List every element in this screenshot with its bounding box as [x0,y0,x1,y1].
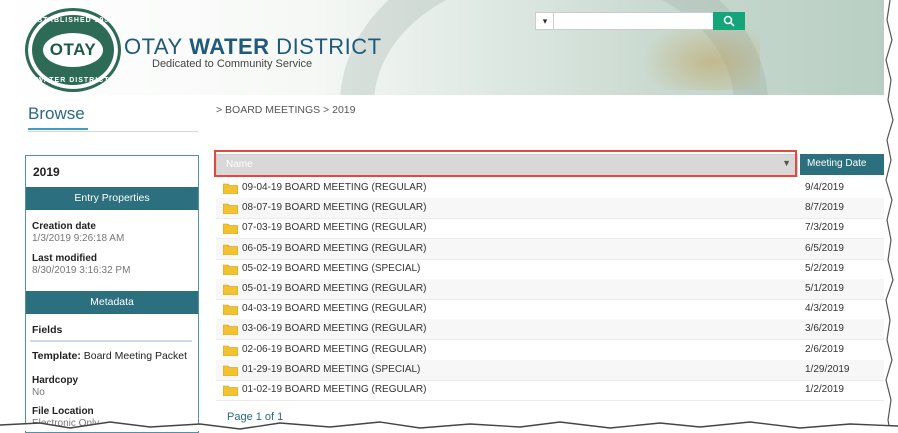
folder-icon [223,325,238,336]
folder-icon [223,244,238,255]
meeting-date: 1/29/2019 [805,363,850,375]
entry-properties-header[interactable]: Entry Properties [26,187,198,210]
table-row[interactable]: 03-06-19 BOARD MEETING (REGULAR) 3/6/2019 [216,319,886,341]
logo-center-text: OTAY [49,40,97,59]
folder-icon [223,365,238,376]
fields-divider [30,340,192,342]
folder-icon [223,203,238,215]
wheat-image [640,20,760,90]
folder-icon [223,264,238,275]
folder-icon [223,224,238,235]
meeting-date: 7/3/2019 [805,222,844,234]
folder-icon [223,183,238,194]
meeting-date: 9/4/2019 [805,182,844,193]
meeting-date: 3/6/2019 [805,323,844,335]
template-field: Template: Board Meeting Packet [32,350,188,362]
site-header: ESTABLISHED 1956 OTAY WATER DISTRICT OTA… [0,0,885,95]
meeting-date: 5/1/2019 [805,283,844,294]
metadata-header[interactable]: Metadata [26,291,198,314]
folder-name[interactable]: 02-06-19 BOARD MEETING (REGULAR) [242,344,427,355]
table-row[interactable]: 09-04-19 BOARD MEETING (REGULAR) 9/4/2019 [216,178,886,199]
search-button[interactable] [713,12,745,30]
panel-title: 2019 [33,165,60,179]
meeting-date-column-label: Meeting Date [807,158,867,169]
folder-name[interactable]: 05-01-19 BOARD MEETING (REGULAR) [242,283,427,294]
table-row[interactable]: 08-07-19 BOARD MEETING (REGULAR) 8/7/2019 [216,198,886,220]
meeting-date: 6/5/2019 [805,242,844,254]
folder-name[interactable]: 01-02-19 BOARD MEETING (REGULAR) [242,384,427,395]
search-icon [723,15,735,27]
brand-tagline: Dedicated to Community Service [152,58,313,70]
folder-name[interactable]: 07-03-19 BOARD MEETING (REGULAR) [242,222,427,233]
table-row[interactable]: 01-29-19 BOARD MEETING (SPECIAL) 1/29/201… [216,359,886,381]
last-modified-label: Last modified [32,253,98,264]
logo-bottom-text: WATER DISTRICT [36,77,110,84]
highlight-annotation [214,150,797,177]
folder-name[interactable]: 06-05-19 BOARD MEETING (REGULAR) [242,243,427,254]
torn-edge-bottom [0,421,898,431]
meeting-date: 8/7/2019 [805,202,844,214]
table-row[interactable]: 02-06-19 BOARD MEETING (REGULAR) 2/6/2019 [216,340,886,361]
table-row[interactable]: 07-03-19 BOARD MEETING (REGULAR) 7/3/2019 [216,218,886,240]
search-input[interactable] [553,12,715,30]
browse-heading: Browse [28,104,85,123]
folder-icon [223,284,238,295]
folder-name[interactable]: 03-06-19 BOARD MEETING (REGULAR) [242,323,427,334]
folder-icon [223,304,238,316]
torn-edge-right [884,0,898,431]
brand-name[interactable]: OTAY WATER DISTRICT [124,34,382,60]
browse-underline [28,128,88,130]
creation-date-value: 1/3/2019 9:26:18 AM [32,233,125,244]
hardcopy-label: Hardcopy [32,375,79,386]
meeting-date: 1/2/2019 [805,384,844,395]
district-logo[interactable]: ESTABLISHED 1956 OTAY WATER DISTRICT [25,8,121,92]
hardcopy-value: No [32,387,45,398]
folder-name[interactable]: 09-04-19 BOARD MEETING (REGULAR) [242,182,427,193]
search-scope-dropdown[interactable]: ▾ [535,12,555,30]
meeting-date-column-header[interactable]: Meeting Date [800,154,886,175]
fields-label: Fields [32,324,63,336]
meeting-date: 4/3/2019 [805,303,844,315]
table-row[interactable]: 06-05-19 BOARD MEETING (REGULAR) 6/5/2019 [216,238,886,260]
browse-divider [28,131,198,132]
creation-date-label: Creation date [32,221,96,232]
table-row[interactable]: 01-02-19 BOARD MEETING (REGULAR) 1/2/2019 [216,380,886,401]
folder-name[interactable]: 01-29-19 BOARD MEETING (SPECIAL) [242,364,420,375]
table-row[interactable]: 05-01-19 BOARD MEETING (REGULAR) 5/1/2019 [216,279,886,300]
meeting-date: 2/6/2019 [805,343,844,355]
folder-icon [223,385,238,396]
table-row[interactable]: 04-03-19 BOARD MEETING (REGULAR) 4/3/2019 [216,299,886,321]
last-modified-value: 8/30/2019 3:16:32 PM [32,265,131,276]
table-row[interactable]: 05-02-19 BOARD MEETING (SPECIAL) 5/2/2019 [216,259,886,280]
folder-name[interactable]: 05-02-19 BOARD MEETING (SPECIAL) [242,263,420,274]
entry-properties-panel: 2019 Entry Properties Creation date 1/3/… [25,155,199,433]
logo-top-text: ESTABLISHED 1956 [31,17,115,24]
breadcrumb[interactable]: > BOARD MEETINGS > 2019 [216,104,355,116]
file-location-label: File Location [32,406,94,417]
folder-icon [223,345,238,356]
folder-name[interactable]: 04-03-19 BOARD MEETING (REGULAR) [242,303,427,314]
meeting-date: 5/2/2019 [805,262,844,274]
folder-name[interactable]: 08-07-19 BOARD MEETING (REGULAR) [242,202,427,213]
